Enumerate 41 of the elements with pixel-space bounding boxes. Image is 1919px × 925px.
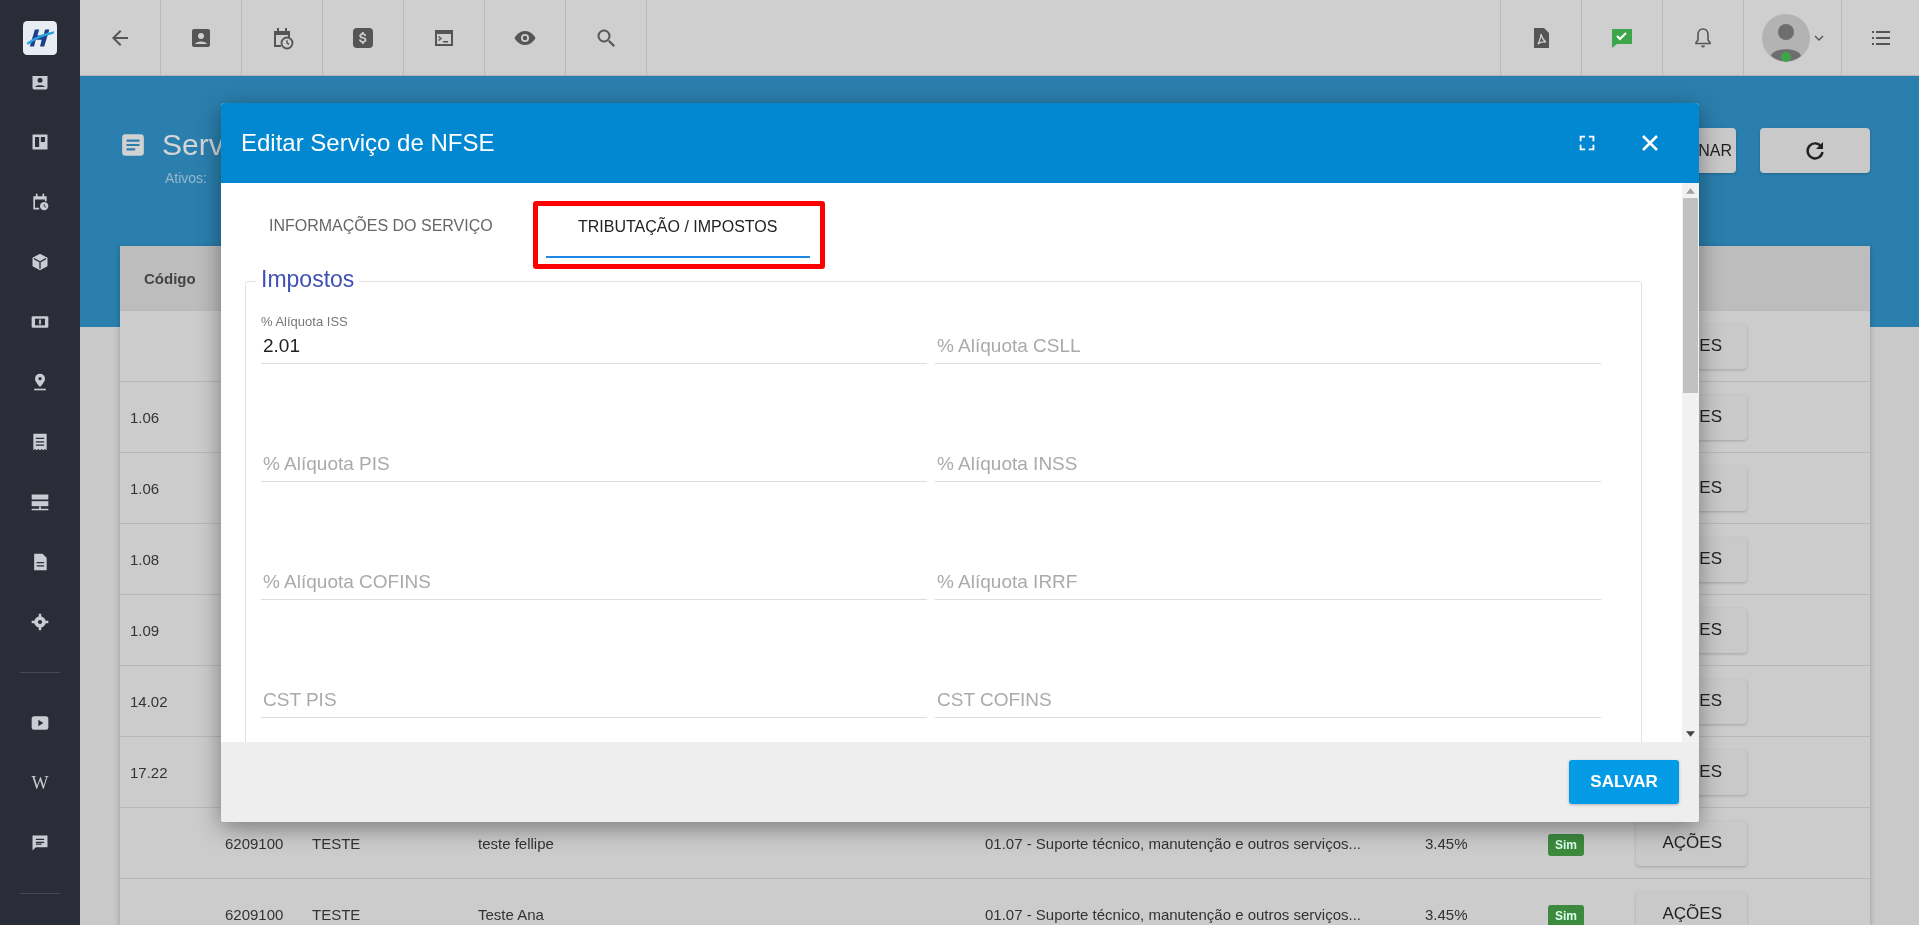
table-cell: TESTE xyxy=(312,834,361,852)
refresh-button[interactable] xyxy=(1760,128,1870,173)
table-cell: 01.07 - Suporte técnico, manutenção e outros serviços... xyxy=(985,905,1362,923)
list-page-icon xyxy=(120,132,146,158)
table-cell: 6209100 xyxy=(225,905,284,923)
tab[interactable]: TRIBUTAÇÃO / IMPOSTOS xyxy=(545,206,810,258)
table-cell: 17.22 xyxy=(130,763,168,781)
page-subtitle: Ativos: xyxy=(165,170,208,186)
server-icon[interactable] xyxy=(30,492,50,512)
table-cell: 1.09 xyxy=(130,621,160,639)
wiki-link[interactable]: W xyxy=(31,773,49,793)
scrollbar[interactable] xyxy=(1682,183,1699,742)
cube-icon[interactable] xyxy=(30,252,50,272)
video-icon[interactable] xyxy=(30,713,50,733)
table-cell: 6209100 xyxy=(225,834,284,852)
caret-icon[interactable] xyxy=(1813,34,1824,41)
table-cell: 01.07 - Suporte técnico, manutenção e outros serviços... xyxy=(985,834,1362,852)
scroll-down-arrow-icon[interactable] xyxy=(1686,731,1695,737)
table-cell: 14.02 xyxy=(130,692,168,710)
actions-button[interactable]: AÇÕES xyxy=(1636,820,1747,866)
table-cell: teste fellipe xyxy=(478,834,554,852)
actions-button[interactable]: AÇÕES xyxy=(1636,891,1747,925)
status-badge: Sim xyxy=(1548,904,1584,925)
table-cell: 1.06 xyxy=(130,479,160,497)
field-label: % Alíquota ISS xyxy=(261,314,349,329)
table-cell: 3.45% xyxy=(1425,905,1468,923)
dialog-title: Editar Serviço de NFSE xyxy=(241,129,496,157)
status-badge: Sim xyxy=(1548,833,1584,856)
calendar-icon[interactable] xyxy=(30,192,50,212)
table-cell: TESTE xyxy=(312,905,361,923)
chat-icon[interactable] xyxy=(30,833,50,853)
table-cell: 1.06 xyxy=(130,408,160,426)
user-avatar[interactable] xyxy=(1761,13,1810,62)
tab[interactable]: INFORMAÇÕES DO SERVIÇO xyxy=(245,205,517,257)
receipt-icon[interactable] xyxy=(30,432,50,452)
table-cell: Teste Ana xyxy=(478,905,544,923)
column-header: Código xyxy=(144,269,196,287)
board-icon[interactable] xyxy=(30,132,50,152)
table-cell: 1.08 xyxy=(130,550,160,568)
page-title: Serv xyxy=(162,128,224,162)
table-cell: 3.45% xyxy=(1425,834,1468,852)
